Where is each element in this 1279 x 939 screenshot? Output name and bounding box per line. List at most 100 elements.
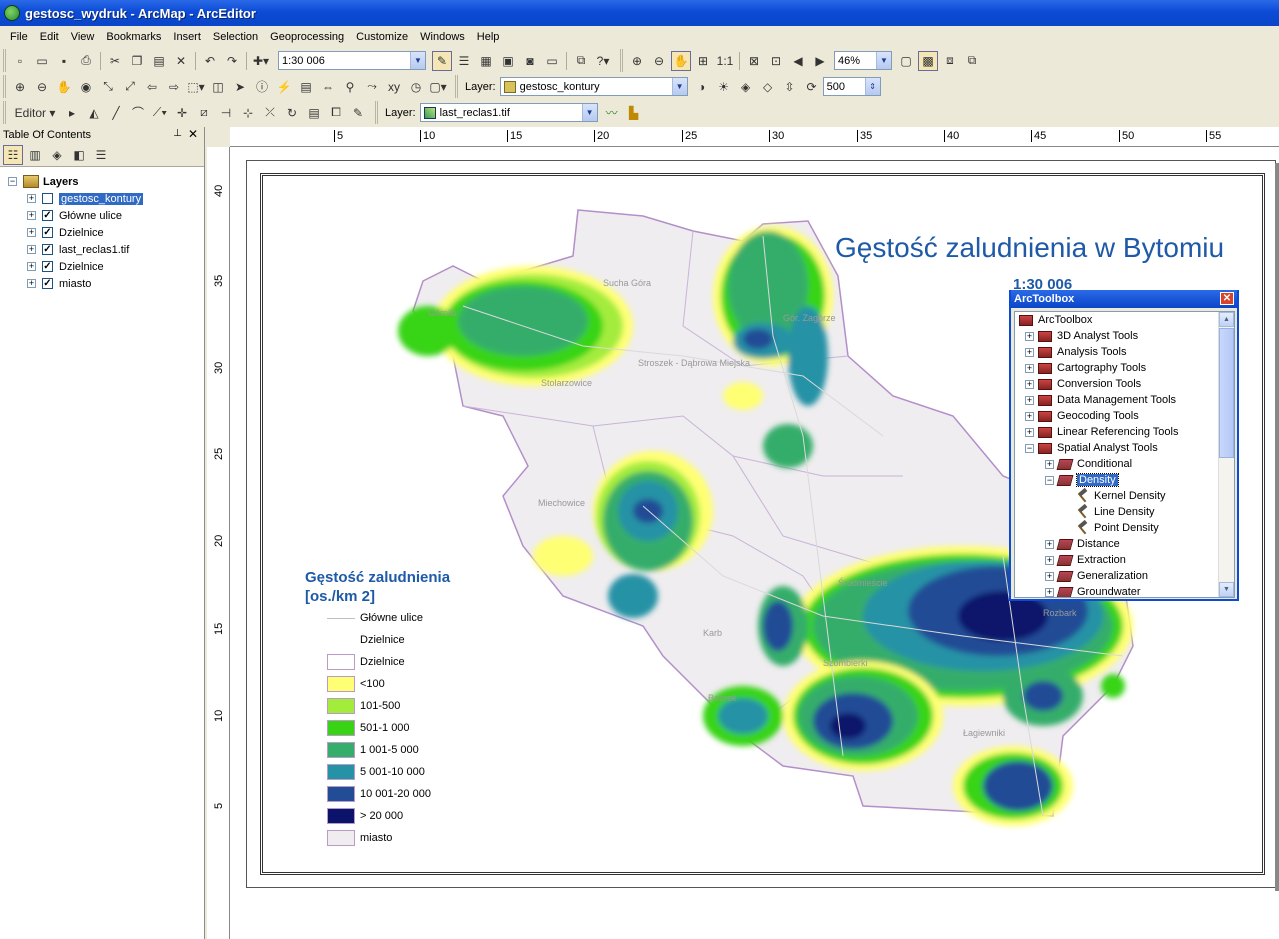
open-folder-icon[interactable]: ▭ (32, 51, 52, 71)
layer-name[interactable]: miasto (59, 278, 91, 290)
catalog-icon[interactable]: ▦ (476, 51, 496, 71)
expand-icon[interactable]: + (27, 211, 36, 220)
editor-toolbar-icon[interactable]: ✎ (432, 50, 452, 71)
search-window-icon[interactable]: ▣ (498, 51, 518, 71)
expand-icon[interactable]: + (1025, 379, 1034, 389)
fixed-zoom-in-icon[interactable]: ⊠ (744, 51, 764, 71)
expand-icon[interactable]: + (1025, 427, 1034, 437)
menu-file[interactable]: File (4, 29, 34, 45)
go-forward-icon[interactable]: ⇨ (164, 77, 184, 97)
toolbox-item[interactable]: + Groundwater (1015, 584, 1234, 597)
arctoolbox-titlebar[interactable]: ArcToolbox ✕ (1011, 290, 1237, 308)
print-icon[interactable]: ⎙ (76, 51, 96, 71)
toolbox-item-label[interactable]: Analysis Tools (1057, 346, 1127, 358)
toolbox-item-label[interactable]: Distance (1077, 538, 1120, 550)
sketch-properties-icon[interactable]: ⧠ (326, 103, 346, 123)
pan-icon[interactable]: ✋ (54, 77, 74, 97)
expand-icon[interactable]: + (27, 279, 36, 288)
close-icon[interactable]: ✕ (1220, 292, 1234, 305)
trace-icon[interactable]: ⟋▾ (150, 103, 170, 123)
chevron-down-icon[interactable]: ▼ (876, 52, 891, 69)
expand-icon[interactable]: + (1045, 571, 1054, 581)
toolbox-item-label[interactable]: Conversion Tools (1057, 378, 1141, 390)
zoom-100-percent-icon[interactable]: 1:1 (715, 51, 735, 71)
chevron-down-icon[interactable]: ▼ (410, 52, 425, 69)
toolbox-item-label[interactable]: Data Management Tools (1057, 394, 1176, 406)
layer-visibility-checkbox[interactable]: ✓ (42, 278, 53, 289)
toolbox-item-label[interactable]: Geocoding Tools (1057, 410, 1139, 422)
toolbox-item-label[interactable]: Generalization (1077, 570, 1148, 582)
arctoolbox-icon[interactable]: ◙ (520, 51, 540, 71)
spinner-arrows-icon[interactable]: ⇕ (864, 78, 880, 95)
toolbox-item-label[interactable]: Cartography Tools (1057, 362, 1146, 374)
raster-layer-combo[interactable]: last_reclas1.tif ▼ (419, 103, 598, 122)
toolbox-item-label[interactable]: ArcToolbox (1038, 314, 1092, 326)
attributes-icon[interactable]: ▤ (304, 103, 324, 123)
toolbox-item-label[interactable]: Line Density (1094, 506, 1155, 518)
find-route-icon[interactable]: ⤳ (362, 77, 382, 97)
layout-pan-icon[interactable]: ✋ (671, 50, 691, 71)
expand-icon[interactable]: + (27, 245, 36, 254)
toolbox-item[interactable]: + Linear Referencing Tools (1015, 424, 1234, 440)
toolbox-item-label[interactable]: Linear Referencing Tools (1057, 426, 1178, 438)
scroll-down-icon[interactable]: ▼ (1219, 582, 1234, 597)
expand-icon[interactable]: + (1045, 539, 1054, 549)
contour-icon[interactable]: 〰 (602, 103, 622, 123)
back-extent-icon[interactable]: ◀ (788, 51, 808, 71)
edit-annotation-icon[interactable]: ◭ (84, 103, 104, 123)
toc-layer-row[interactable]: + ✓ Dzielnice (0, 258, 204, 275)
toolbox-item[interactable]: + Conversion Tools (1015, 376, 1234, 392)
layer-visibility-checkbox[interactable]: ✓ (42, 227, 53, 238)
delete-icon[interactable]: ✕ (171, 51, 191, 71)
layer-name[interactable]: gestosc_kontury (59, 192, 144, 205)
menu-geoprocessing[interactable]: Geoprocessing (264, 29, 350, 45)
split-icon[interactable]: ⤫ (260, 103, 280, 123)
toolbox-item[interactable]: Kernel Density (1015, 488, 1234, 504)
toc-layer-row[interactable]: + ✓ miasto (0, 275, 204, 292)
redo-icon[interactable]: ↷ (222, 51, 242, 71)
layer-name[interactable]: last_reclas1.tif (59, 244, 129, 256)
paste-icon[interactable]: ▤ (149, 51, 169, 71)
list-by-source-icon[interactable]: ▥ (25, 145, 45, 165)
menu-edit[interactable]: Edit (34, 29, 65, 45)
layer-visibility-checkbox[interactable]: ✓ (42, 244, 53, 255)
menu-customize[interactable]: Customize (350, 29, 414, 45)
point-icon[interactable]: ✛ (172, 103, 192, 123)
collapse-icon[interactable]: − (8, 177, 17, 186)
select-elements-icon[interactable]: ➤ (230, 77, 250, 97)
table-of-contents-icon[interactable]: ☰ (454, 51, 474, 71)
html-popup-icon[interactable]: ▤ (296, 77, 316, 97)
data-frame-row[interactable]: − Layers (0, 173, 204, 190)
list-by-visibility-icon[interactable]: ◈ (47, 145, 67, 165)
menu-windows[interactable]: Windows (414, 29, 471, 45)
expand-icon[interactable]: + (27, 194, 36, 203)
adjust-transparency-icon[interactable]: ◈ (736, 77, 756, 97)
python-window-icon[interactable]: ▭ (542, 51, 562, 71)
identify-icon[interactable]: ⓘ (252, 77, 272, 97)
pin-icon[interactable]: ⊥ (173, 128, 182, 139)
layout-zoom-out-icon[interactable]: ⊖ (649, 51, 669, 71)
close-icon[interactable]: ✕ (188, 127, 198, 141)
flicker-rate-spinner[interactable]: 500 ⇕ (822, 77, 881, 96)
toolbox-scrollbar[interactable]: ▲ ▼ (1218, 312, 1234, 597)
adjust-contrast-icon[interactable]: ◑ (692, 77, 712, 97)
expand-icon[interactable]: + (1025, 411, 1034, 421)
expand-icon[interactable]: + (27, 228, 36, 237)
expand-icon[interactable]: + (1045, 555, 1054, 565)
expand-icon[interactable]: + (1025, 395, 1034, 405)
toolbox-item-label[interactable]: Density (1076, 473, 1119, 487)
toc-layer-row[interactable]: + ✓ last_reclas1.tif (0, 241, 204, 258)
collapse-icon[interactable]: − (1045, 475, 1054, 485)
fixed-zoom-out-icon[interactable]: ⤢ (120, 77, 140, 97)
undo-icon[interactable]: ↶ (200, 51, 220, 71)
edit-vertices-icon[interactable]: ⧄ (194, 103, 214, 123)
flicker-rate-icon[interactable]: ⟳ (802, 77, 822, 97)
toc-layer-row[interactable]: + ✓ Dzielnice (0, 224, 204, 241)
editor-menu-button[interactable]: Editor ▾ (10, 103, 60, 123)
zoom-whole-page-icon[interactable]: ⊞ (693, 51, 713, 71)
toolbox-item-label[interactable]: Point Density (1094, 522, 1159, 534)
layer-visibility-checkbox[interactable] (42, 193, 53, 204)
toolbox-item-label[interactable]: Extraction (1077, 554, 1126, 566)
toolbox-item[interactable]: + Data Management Tools (1015, 392, 1234, 408)
expand-icon[interactable]: + (1025, 363, 1034, 373)
